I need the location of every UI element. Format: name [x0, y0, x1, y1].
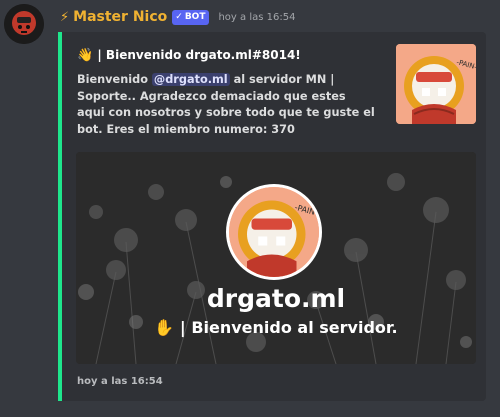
banner-user-avatar: -PAIN- — [226, 184, 322, 280]
check-icon: ✓ — [175, 11, 183, 22]
banner-subtitle: ✋ | Bienvenido al servidor. — [154, 318, 398, 337]
embed-footer-timestamp: hoy a las 16:54 — [77, 376, 163, 387]
bot-badge: ✓ BOT — [172, 9, 210, 25]
bolt-icon: ⚡ — [60, 9, 70, 25]
message-timestamp[interactable]: hoy a las 16:54 — [218, 12, 295, 23]
message-header: ⚡ Master Nico ✓ BOT hoy a las 16:54 — [60, 7, 295, 27]
banner-username: drgato.ml — [206, 284, 346, 313]
embed-description: Bienvenido @drgato.ml al servidor MN | S… — [77, 73, 375, 136]
welcome-embed: 👋 | Bienvenido drgato.ml#8014! Bienvenid… — [58, 32, 486, 401]
wave-icon: 👋 — [77, 48, 94, 63]
user-mention[interactable]: @drgato.ml — [151, 73, 230, 86]
embed-thumbnail[interactable]: -PAIN- — [396, 44, 476, 124]
author-name[interactable]: Master Nico — [73, 9, 167, 25]
author-avatar[interactable] — [4, 4, 44, 44]
hand-icon: ✋ — [154, 318, 175, 337]
embed-title: 👋 | Bienvenido drgato.ml#8014! — [77, 48, 301, 63]
welcome-banner-image[interactable]: -PAIN- drgato.ml ✋ | Bienvenido al servi… — [76, 152, 476, 364]
